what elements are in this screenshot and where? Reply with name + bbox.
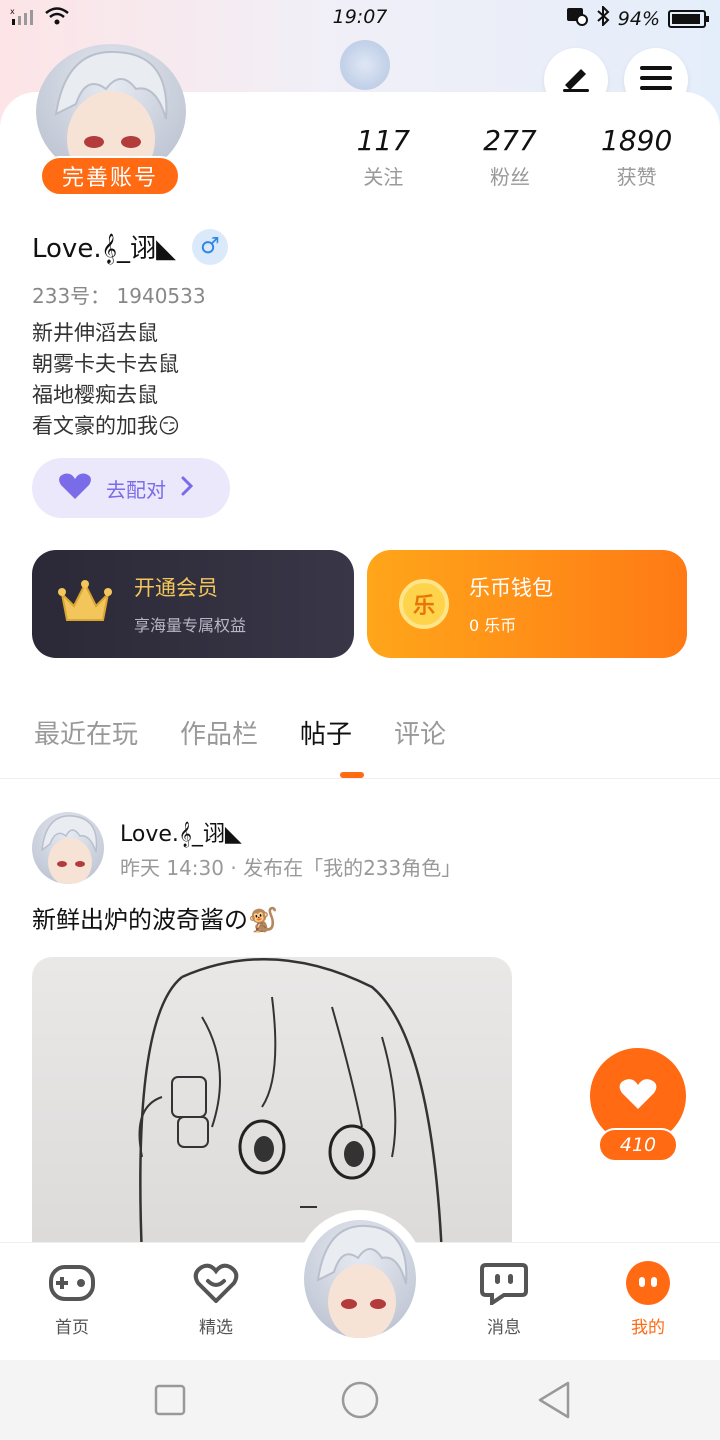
wallet-title: 乐币钱包 <box>469 576 553 600</box>
post-author-avatar[interactable] <box>32 812 104 884</box>
back-triangle-icon[interactable] <box>536 1380 572 1424</box>
tab-works[interactable]: 作品栏 <box>180 714 258 751</box>
home-circle-icon[interactable] <box>340 1380 380 1424</box>
nav-messages[interactable]: 消息 <box>464 1261 544 1338</box>
username: Love.𝄞_诩◣ <box>32 234 176 264</box>
system-navigation-bar <box>0 1360 720 1440</box>
tab-recent-played[interactable]: 最近在玩 <box>34 714 138 751</box>
match-button[interactable]: 去配对 <box>32 458 230 518</box>
vip-title: 开通会员 <box>134 576 218 600</box>
crown-icon <box>58 580 112 628</box>
bluetooth-icon <box>596 4 610 31</box>
bio-line: 福地樱痴去鼠 <box>32 383 158 407</box>
stat-value: 117 <box>356 124 411 157</box>
message-icon <box>566 6 588 31</box>
stat-value: 1890 <box>601 124 673 157</box>
nav-label: 精选 <box>199 1318 233 1338</box>
center-badge-icon <box>340 40 390 90</box>
nav-featured[interactable]: 精选 <box>176 1261 256 1338</box>
gamepad-icon <box>48 1261 96 1305</box>
like-count: 410 <box>598 1128 678 1162</box>
vip-subtitle: 享海量专属权益 <box>134 616 247 635</box>
purple-heart-icon <box>58 472 92 505</box>
nav-label: 首页 <box>55 1318 89 1338</box>
stat-following[interactable]: 117 关注 <box>320 124 447 190</box>
coin-icon: 乐 <box>399 579 449 629</box>
status-bar: x 19:07 94% <box>0 0 720 36</box>
heart-icon <box>618 1077 658 1115</box>
stat-label: 粉丝 <box>490 165 530 189</box>
bio-line: 朝雾卡夫卡去鼠 <box>32 352 179 376</box>
chat-bubble-icon <box>480 1261 528 1305</box>
stat-value: 277 <box>483 124 537 157</box>
nav-label: 消息 <box>487 1318 521 1338</box>
battery-icon <box>668 9 709 28</box>
nav-home[interactable]: 首页 <box>32 1261 112 1338</box>
post-text: 新鲜出炉的波奇酱の🐒 <box>32 906 278 934</box>
stat-followers[interactable]: 277 粉丝 <box>447 124 574 190</box>
bio-line: 看文豪的加我😏 <box>32 414 180 438</box>
divider <box>0 778 720 779</box>
tab-comments[interactable]: 评论 <box>394 714 446 751</box>
nav-label: 我的 <box>631 1318 665 1338</box>
profile-avatar-container[interactable] <box>32 44 196 179</box>
bio-line: 新井伸滔去鼠 <box>32 321 158 345</box>
nav-me[interactable]: 我的 <box>608 1261 688 1338</box>
profile-stats: 117 关注 277 粉丝 1890 获赞 <box>320 124 700 190</box>
profile-tabs: 最近在玩 作品栏 帖子 评论 <box>34 714 446 751</box>
profile-dots-icon <box>624 1261 672 1305</box>
user-id: 233号： 1940533 <box>32 284 206 308</box>
wallet-card[interactable]: 乐 乐币钱包 0 乐币 <box>367 550 687 658</box>
stat-likes[interactable]: 1890 获赞 <box>573 124 700 190</box>
stat-label: 获赞 <box>616 165 657 189</box>
male-icon: ♂ <box>191 228 228 265</box>
chevron-right-icon <box>180 476 194 501</box>
match-label: 去配对 <box>106 477 166 502</box>
nav-center-avatar[interactable] <box>304 1220 416 1338</box>
post-author-name[interactable]: Love.𝄞_诩◣ <box>120 816 242 848</box>
post-meta: 昨天 14:30 · 发布在「我的233角色」 <box>120 856 462 880</box>
battery-text: 94% <box>617 7 660 30</box>
wallet-subtitle: 0 乐币 <box>469 616 517 635</box>
vip-card[interactable]: 开通会员 享海量专属权益 <box>32 550 354 658</box>
stat-label: 关注 <box>363 165 404 189</box>
bio: 新井伸滔去鼠 朝雾卡夫卡去鼠 福地樱痴去鼠 看文豪的加我😏 <box>32 318 180 442</box>
tab-posts[interactable]: 帖子 <box>300 714 352 751</box>
recent-apps-icon[interactable] <box>154 1384 186 1420</box>
post-image[interactable] <box>32 957 512 1257</box>
hamburger-icon <box>640 65 672 95</box>
username-row: Love.𝄞_诩◣ ♂ <box>32 228 228 265</box>
heart-chat-icon <box>192 1261 240 1305</box>
complete-account-button[interactable]: 完善账号 <box>40 156 180 196</box>
